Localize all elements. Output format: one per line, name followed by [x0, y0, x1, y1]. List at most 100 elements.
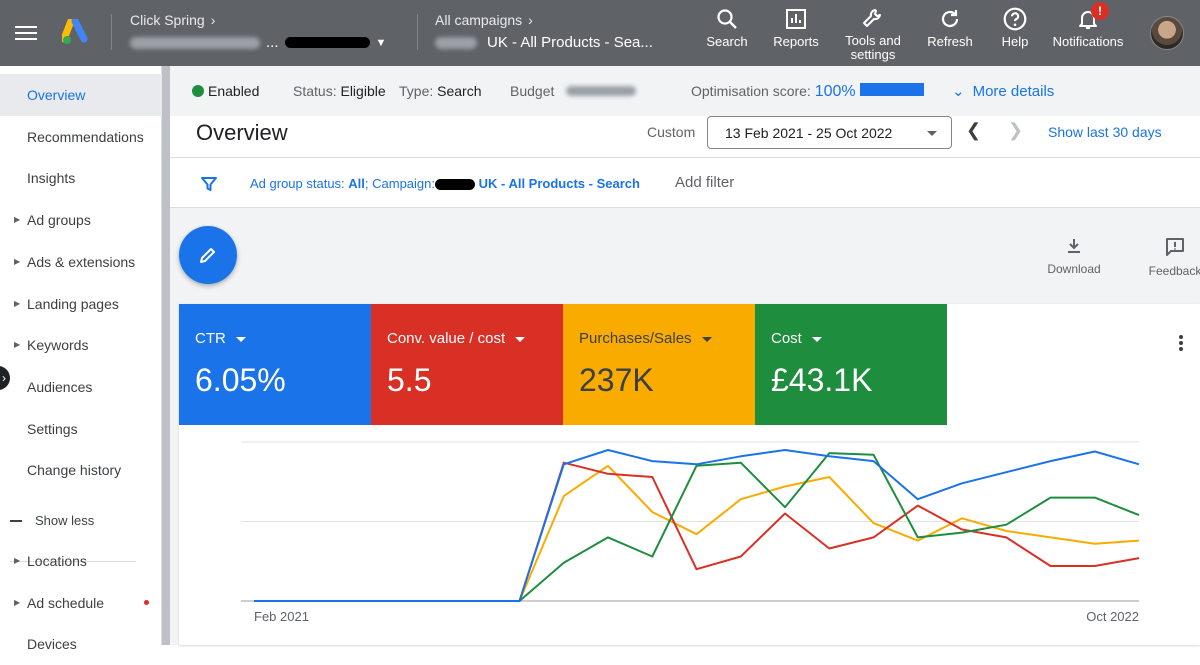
search-button[interactable]: Search: [705, 6, 749, 49]
metric-purchases-sales[interactable]: Purchases/Sales 237K: [563, 304, 755, 425]
sidebar-item-label: Overview: [27, 87, 86, 103]
tools-settings-button[interactable]: Tools and settings: [839, 6, 907, 62]
metric-cost[interactable]: Cost £43.1K: [755, 304, 947, 425]
dropdown-caret-icon: [811, 336, 822, 342]
expand-arrow-icon: ▶: [14, 298, 21, 308]
filter-icon[interactable]: [200, 175, 218, 193]
wrench-icon: [863, 9, 881, 27]
sidebar-item-devices[interactable]: Devices: [0, 623, 162, 665]
page-header: Overview Custom 13 Feb 2021 - 25 Oct 202…: [170, 116, 1200, 158]
dropdown-caret-icon: [235, 336, 246, 342]
campaign-label: All campaigns: [435, 12, 523, 28]
more-options-icon[interactable]: [1178, 334, 1184, 352]
help-label: Help: [1001, 34, 1029, 49]
feedback-button[interactable]: Feedback: [1140, 236, 1200, 278]
expand-arrow-icon: ▶: [14, 556, 21, 565]
feedback-icon: [1166, 238, 1184, 256]
add-filter-button[interactable]: Add filter: [675, 174, 734, 191]
sidebar-item-landing-pages[interactable]: ▶ Landing pages: [0, 283, 162, 325]
enabled-status-dot: [192, 85, 204, 97]
status-eligible: Status: Eligible: [293, 83, 386, 99]
top-bar: Click Spring › ... ▼ All campaigns › UK - A…: [0, 0, 1200, 66]
sidebar-item-label: Insights: [27, 170, 76, 187]
sidebar-item-locations[interactable]: ▶ Locations: [0, 540, 162, 582]
filter-bar: Ad group status: All; Campaign: UK - All…: [170, 158, 1200, 208]
download-button[interactable]: Download: [1038, 236, 1110, 276]
optimisation-score-bar: [860, 83, 924, 96]
previous-period-icon[interactable]: ❮: [966, 120, 981, 141]
download-icon: [1068, 239, 1080, 253]
sidebar-scrollbar[interactable]: [162, 66, 170, 645]
edit-fab-button[interactable]: [179, 226, 237, 284]
sidebar-item-label: Ad groups: [27, 212, 91, 229]
alert-dot: [144, 599, 149, 605]
metric-value: 5.5: [387, 362, 432, 398]
show-less-toggle[interactable]: Show less: [0, 500, 162, 542]
minus-icon: [10, 520, 22, 522]
refresh-button[interactable]: Refresh: [925, 6, 975, 49]
reports-button[interactable]: Reports: [771, 6, 821, 49]
search-label: Search: [706, 34, 748, 49]
account-name: ...: [266, 34, 279, 51]
notifications-label: Notifications: [1052, 34, 1124, 49]
campaign-breadcrumb[interactable]: All campaigns › UK - All Products - Sea..…: [435, 12, 653, 51]
search-icon: [717, 9, 737, 29]
sidebar-item-label: Audiences: [27, 378, 93, 395]
optimisation-score[interactable]: Optimisation score: 100%: [691, 83, 856, 101]
metric-value: 237K: [579, 362, 654, 398]
active-filter-chip[interactable]: Ad group status: All; Campaign: UK - All…: [250, 176, 640, 191]
metric-label: Conv. value / cost: [387, 330, 506, 347]
date-range-picker[interactable]: 13 Feb 2021 - 25 Oct 2022: [707, 116, 952, 149]
dropdown-caret-icon: [701, 336, 712, 342]
campaign-type: Type: Search: [399, 83, 482, 99]
sidebar-item-change-history[interactable]: Change history: [0, 449, 162, 491]
sidebar-item-ads-extensions[interactable]: ▶ Ads & extensions: [0, 241, 162, 283]
chevron-down-icon: ⌄: [952, 83, 965, 100]
metric-value: 6.05%: [195, 362, 286, 398]
show-last-30-days-link[interactable]: Show last 30 days: [1048, 124, 1162, 140]
date-range-type: Custom: [647, 124, 696, 140]
reports-icon: [786, 9, 806, 29]
sidebar-item-label: Devices: [27, 636, 77, 653]
expand-arrow-icon: ▶: [14, 340, 21, 350]
metric-conv-value-cost[interactable]: Conv. value / cost 5.5: [371, 304, 563, 425]
sidebar-item-label: Recommendations: [27, 128, 144, 145]
pencil-icon: [200, 248, 215, 263]
help-button[interactable]: Help: [995, 6, 1035, 49]
next-period-icon[interactable]: ❯: [1008, 120, 1023, 141]
metric-ctr[interactable]: CTR 6.05%: [179, 304, 371, 425]
download-label: Download: [1047, 262, 1101, 276]
sidebar-item-label: Keywords: [27, 337, 89, 354]
help-icon: [1003, 7, 1027, 31]
date-range-value: 13 Feb 2021 - 25 Oct 2022: [725, 125, 893, 141]
account-breadcrumb[interactable]: Click Spring › ... ▼: [130, 12, 386, 51]
menu-icon[interactable]: [15, 22, 37, 44]
sidebar-item-label: Change history: [27, 462, 122, 479]
feedback-label: Feedback: [1148, 264, 1200, 278]
enabled-label[interactable]: Enabled: [208, 83, 259, 99]
expand-arrow-icon: ▶: [14, 215, 21, 225]
chevron-down-icon[interactable]: ▼: [376, 37, 387, 49]
sidebar-item-settings[interactable]: Settings: [0, 408, 162, 450]
expand-arrow-icon: ▶: [14, 597, 21, 607]
show-less-label: Show less: [35, 513, 95, 528]
sidebar-item-audiences[interactable]: Audiences: [0, 366, 162, 408]
sidebar-item-recommendations[interactable]: Recommendations: [0, 116, 162, 158]
x-tick-label: Feb 2021: [254, 609, 309, 624]
campaign-status-bar: Enabled Status: Eligible Type: Search Bu…: [170, 66, 1200, 116]
overview-content: Download Feedback CTR 6.05% Conv. value …: [170, 208, 1200, 645]
avatar[interactable]: [1150, 16, 1184, 50]
more-details-link[interactable]: ⌄ More details: [952, 82, 1054, 100]
sidebar-item-insights[interactable]: Insights: [0, 157, 162, 199]
expand-arrow-icon: ▶: [14, 256, 21, 266]
sidebar-item-ad-groups[interactable]: ▶ Ad groups: [0, 199, 162, 241]
google-ads-logo[interactable]: [62, 19, 90, 45]
refresh-label: Refresh: [927, 34, 973, 49]
sidebar-item-overview[interactable]: Overview: [0, 74, 162, 116]
performance-chart: Feb 2021 Oct 2022: [241, 441, 1140, 624]
chevron-right-icon: ›: [528, 12, 533, 28]
sidebar-item-keywords[interactable]: ▶ Keywords: [0, 324, 162, 366]
account-label: Click Spring: [130, 12, 205, 28]
notifications-button[interactable]: Notifications !: [1048, 2, 1128, 49]
sidebar-item-ad-schedule[interactable]: ▶ Ad schedule: [0, 582, 162, 624]
